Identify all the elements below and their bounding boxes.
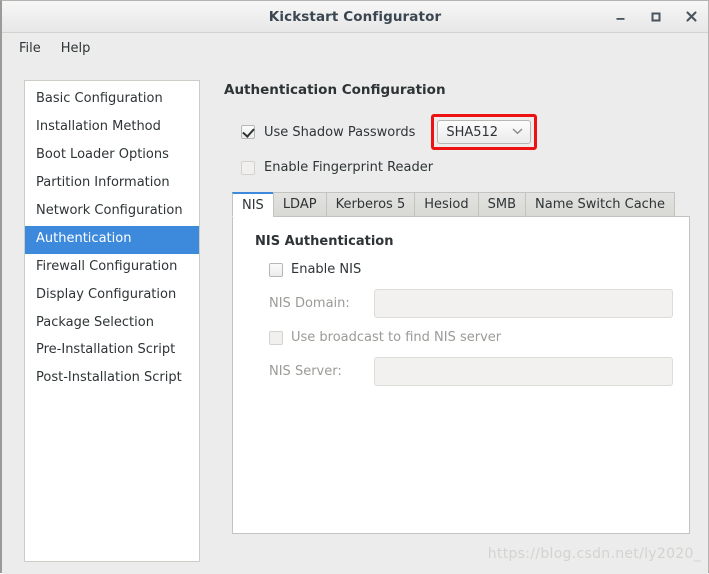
- page-title: Authentication Configuration: [224, 82, 446, 98]
- auth-notebook: NIS LDAP Kerberos 5 Hesiod SMB Name Swit…: [232, 191, 690, 534]
- use-shadow-passwords-checkbox[interactable]: [241, 125, 255, 139]
- authentication-pane: Authentication Configuration Use Shadow …: [200, 80, 694, 562]
- sidebar-nav-list[interactable]: Basic Configuration Installation Method …: [24, 80, 200, 562]
- sidebar-item-network-configuration[interactable]: Network Configuration: [25, 198, 199, 226]
- nis-domain-input[interactable]: [374, 289, 673, 318]
- enable-fingerprint-reader-checkbox[interactable]: [241, 160, 255, 175]
- sidebar-item-installation-method[interactable]: Installation Method: [25, 114, 199, 142]
- maximize-icon[interactable]: [647, 8, 665, 26]
- enable-nis-checkbox[interactable]: [269, 262, 283, 277]
- tab-hesiod[interactable]: Hesiod: [414, 192, 479, 217]
- enable-nis-label: Enable NIS: [291, 262, 362, 277]
- minimize-icon[interactable]: [612, 8, 630, 26]
- sidebar-item-display-configuration[interactable]: Display Configuration: [25, 282, 199, 310]
- nis-server-row: NIS Server:: [251, 357, 673, 386]
- sidebar-item-post-installation-script[interactable]: Post-Installation Script: [25, 365, 199, 393]
- sidebar-item-partition-information[interactable]: Partition Information: [25, 170, 199, 198]
- nis-server-input[interactable]: [374, 357, 673, 386]
- use-shadow-passwords-label: Use Shadow Passwords: [264, 124, 416, 140]
- application-window: Kickstart Configurator File Help Basic C…: [0, 0, 709, 574]
- sidebar-item-boot-loader-options[interactable]: Boot Loader Options: [25, 142, 199, 170]
- tab-strip: NIS LDAP Kerberos 5 Hesiod SMB Name Swit…: [232, 191, 690, 217]
- sidebar-item-package-selection[interactable]: Package Selection: [25, 310, 199, 338]
- menu-bar: File Help: [2, 33, 708, 64]
- nis-broadcast-row: Use broadcast to find NIS server: [251, 330, 673, 345]
- nis-tab-panel: NIS Authentication Enable NIS NIS Domain…: [232, 216, 690, 534]
- fingerprint-reader-row: Enable Fingerprint Reader: [224, 160, 694, 175]
- title-bar: Kickstart Configurator: [2, 1, 708, 33]
- sidebar-item-basic-configuration[interactable]: Basic Configuration: [25, 86, 199, 114]
- enable-nis-row: Enable NIS: [251, 262, 673, 277]
- use-broadcast-label: Use broadcast to find NIS server: [291, 330, 502, 345]
- nis-domain-row: NIS Domain:: [251, 289, 673, 318]
- nis-domain-label: NIS Domain:: [269, 296, 350, 311]
- tab-smb[interactable]: SMB: [477, 192, 527, 217]
- tab-nis[interactable]: NIS: [232, 192, 274, 217]
- use-broadcast-checkbox[interactable]: [269, 330, 283, 345]
- menu-item-help[interactable]: Help: [53, 38, 99, 59]
- enable-fingerprint-reader-label: Enable Fingerprint Reader: [264, 160, 434, 175]
- sidebar-item-pre-installation-script[interactable]: Pre-Installation Script: [25, 337, 199, 365]
- tab-name-switch-cache[interactable]: Name Switch Cache: [525, 192, 676, 217]
- window-controls: [612, 1, 700, 32]
- tab-ldap[interactable]: LDAP: [272, 192, 327, 217]
- close-icon[interactable]: [682, 8, 700, 26]
- sidebar-item-firewall-configuration[interactable]: Firewall Configuration: [25, 254, 199, 282]
- hash-algorithm-value: SHA512: [446, 124, 499, 140]
- nis-server-label: NIS Server:: [269, 364, 342, 379]
- hash-algorithm-highlight-box: SHA512: [431, 114, 538, 150]
- sidebar-item-authentication[interactable]: Authentication: [25, 225, 199, 254]
- chevron-down-icon: [512, 127, 523, 138]
- hash-algorithm-select[interactable]: SHA512: [437, 120, 532, 144]
- tab-kerberos-5[interactable]: Kerberos 5: [325, 192, 416, 217]
- nis-panel-title: NIS Authentication: [255, 234, 394, 249]
- window-title: Kickstart Configurator: [268, 8, 442, 25]
- content-area: Basic Configuration Installation Method …: [2, 64, 708, 574]
- shadow-passwords-row: Use Shadow Passwords SHA512: [224, 114, 694, 150]
- menu-item-file[interactable]: File: [11, 38, 49, 59]
